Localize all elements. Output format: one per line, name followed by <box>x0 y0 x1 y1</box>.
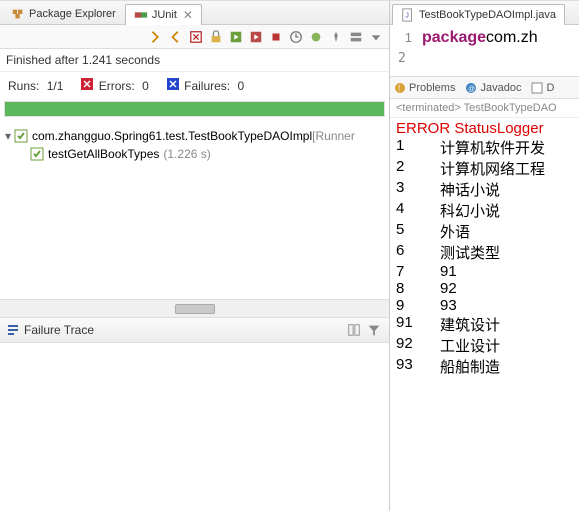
test-pass-icon <box>30 147 44 161</box>
horizontal-scrollbar[interactable] <box>0 299 389 317</box>
view-menu-icon[interactable] <box>367 28 385 46</box>
editor-tabbar: J TestBookTypeDAOImpl.java <box>390 1 579 25</box>
editor-console-pane: J TestBookTypeDAOImpl.java 1 package com… <box>390 1 579 511</box>
console-error-line: ERROR StatusLogger <box>396 120 573 137</box>
tree-test-item[interactable]: testGetAllBookTypes (1.226 s) <box>2 145 387 163</box>
tab-javadoc[interactable]: @ Javadoc <box>465 82 521 94</box>
console-row: 4科幻小说 <box>396 200 573 221</box>
relaunch-icon[interactable] <box>307 28 325 46</box>
pin-icon[interactable] <box>327 28 345 46</box>
svg-text:!: ! <box>398 84 400 93</box>
tab-package-explorer[interactable]: Package Explorer <box>2 3 125 24</box>
editor-body[interactable]: 1 package com.zh 2 <box>390 25 579 77</box>
console-row: 5外语 <box>396 221 573 242</box>
console-row: 6测试类型 <box>396 242 573 263</box>
collapse-icon[interactable]: ▾ <box>2 129 14 143</box>
stat-failures: Failures: 0 <box>167 78 244 93</box>
rerun-failed-icon[interactable] <box>247 28 265 46</box>
javadoc-icon: @ <box>465 82 477 94</box>
junit-toolbar <box>0 25 389 49</box>
prev-failure-icon[interactable] <box>167 28 185 46</box>
error-icon <box>81 78 93 90</box>
test-stats: Runs: 1/1 Errors: 0 Failures: 0 <box>0 72 389 99</box>
scroll-lock-icon[interactable] <box>207 28 225 46</box>
rerun-test-icon[interactable] <box>227 28 245 46</box>
svg-text:@: @ <box>468 86 475 93</box>
declaration-icon <box>531 82 543 94</box>
console-row: 791 <box>396 263 573 280</box>
tab-junit[interactable]: JUnit ✕ <box>125 4 202 25</box>
junit-icon <box>134 8 148 22</box>
scrollbar-thumb[interactable] <box>175 304 215 314</box>
close-icon[interactable]: ✕ <box>181 8 193 22</box>
view-tabbar: Package Explorer JUnit ✕ <box>0 1 389 25</box>
editor-tab[interactable]: J TestBookTypeDAOImpl.java <box>392 4 565 25</box>
stat-errors: Errors: 0 <box>81 78 148 93</box>
failure-trace-body <box>0 343 389 511</box>
svg-text:J: J <box>405 13 409 20</box>
bottom-views-tabbar: ! Problems @ Javadoc D <box>390 77 579 99</box>
failure-icon <box>167 78 179 90</box>
console-terminated-label: <terminated> TestBookTypeDAO <box>390 99 579 118</box>
tab-declaration[interactable]: D <box>531 82 554 94</box>
test-progress-bar <box>4 101 385 117</box>
editor-tab-label: TestBookTypeDAOImpl.java <box>419 9 556 21</box>
problems-icon: ! <box>394 82 406 94</box>
console-row: 1计算机软件开发 <box>396 137 573 158</box>
stat-runs: Runs: 1/1 <box>8 79 63 93</box>
tab-label: Package Explorer <box>29 8 116 20</box>
tab-label: JUnit <box>152 9 177 21</box>
next-failure-icon[interactable] <box>147 28 165 46</box>
console-rows: 1计算机软件开发2计算机网络工程3神话小说4科幻小说5外语6测试类型791892… <box>396 137 573 377</box>
failure-trace-header: Failure Trace <box>0 317 389 343</box>
layout-icon[interactable] <box>347 28 365 46</box>
failure-trace-label: Failure Trace <box>24 323 94 337</box>
test-status: Finished after 1.241 seconds <box>0 49 389 72</box>
test-tree[interactable]: ▾ com.zhangguo.Spring61.test.TestBookTyp… <box>0 123 389 299</box>
console-row: 93船舶制造 <box>396 356 573 377</box>
code-line: 1 package com.zh <box>390 25 579 51</box>
compare-icon[interactable] <box>345 321 363 339</box>
console-row: 892 <box>396 280 573 297</box>
tab-problems[interactable]: ! Problems <box>394 82 455 94</box>
test-suite-icon <box>14 129 28 143</box>
failure-trace-icon <box>6 322 20 339</box>
console-row: 91建筑设计 <box>396 314 573 335</box>
history-icon[interactable] <box>287 28 305 46</box>
console-row: 993 <box>396 297 573 314</box>
console-row: 92工业设计 <box>396 335 573 356</box>
java-file-icon: J <box>401 8 415 22</box>
code-lineno-2: 2 <box>390 51 579 66</box>
filter-trace-icon[interactable] <box>365 321 383 339</box>
console-row: 2计算机网络工程 <box>396 158 573 179</box>
stop-icon[interactable] <box>267 28 285 46</box>
package-explorer-icon <box>11 7 25 21</box>
tree-root[interactable]: ▾ com.zhangguo.Spring61.test.TestBookTyp… <box>2 127 387 145</box>
console-row: 3神话小说 <box>396 179 573 200</box>
show-failures-icon[interactable] <box>187 28 205 46</box>
junit-view: Package Explorer JUnit ✕ Fini <box>0 1 390 511</box>
console-output[interactable]: ERROR StatusLogger 1计算机软件开发2计算机网络工程3神话小说… <box>390 118 579 511</box>
